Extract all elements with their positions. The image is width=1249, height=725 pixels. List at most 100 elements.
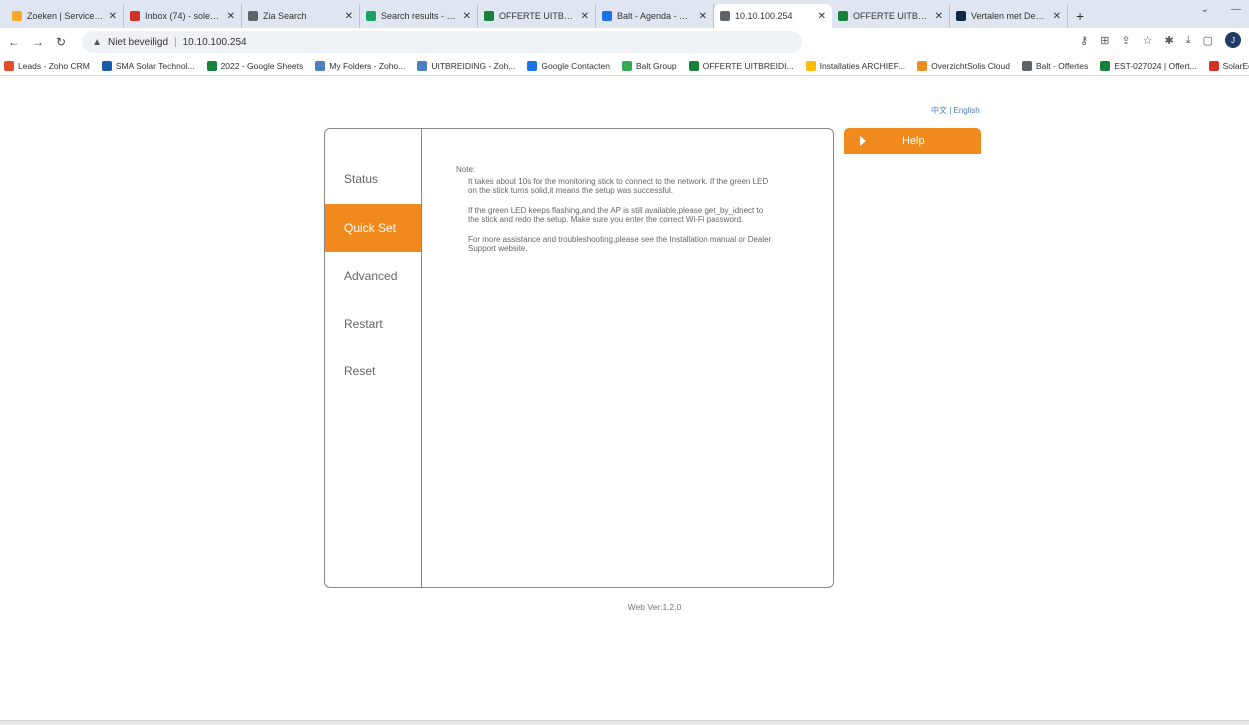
nav-item-label: Status <box>344 172 379 186</box>
note-content: Note: It takes about 10s for the monitor… <box>456 165 776 264</box>
nav-item-advanced[interactable]: Advanced <box>325 252 421 300</box>
close-icon[interactable]: ✕ <box>699 11 707 22</box>
close-icon[interactable]: ✕ <box>345 11 353 22</box>
bookmark-favicon-icon <box>101 60 112 71</box>
sidepanel-icon[interactable]: ▢ <box>1203 34 1213 47</box>
bookmark-label: 2022 - Google Sheets <box>220 60 304 71</box>
bookmark-item[interactable]: EST-027024 | Offert... <box>1100 60 1197 71</box>
bookmark-label: Balt Group <box>635 60 677 71</box>
browser-tab-strip: Zoeken | Service Centr✕Inbox (74) - sole… <box>0 0 1249 28</box>
bookmark-favicon-icon <box>4 60 14 71</box>
nav-item-quick-set[interactable]: Quick Set <box>325 204 421 252</box>
share-icon[interactable]: ⇪ <box>1121 34 1130 47</box>
close-icon[interactable]: ✕ <box>1053 11 1061 22</box>
web-version: Web Ver:1.2.0 <box>627 602 682 612</box>
bookmark-favicon-icon <box>315 60 326 71</box>
bookmark-item[interactable]: Balt - Offertes <box>1021 60 1088 71</box>
help-toggle[interactable]: Help <box>844 128 981 154</box>
tab-favicon-icon <box>838 11 848 21</box>
bookmark-label: Installaties ARCHIEF... <box>819 60 906 71</box>
minimize-icon[interactable]: — <box>1231 4 1241 15</box>
tab-favicon-icon <box>720 11 730 21</box>
bookmark-item[interactable]: My Folders - Zoho... <box>315 60 406 71</box>
nav-item-reset[interactable]: Reset <box>325 347 421 395</box>
bookmark-item[interactable]: OverzichtSolis Cloud <box>917 60 1010 71</box>
bookmark-item[interactable]: Balt Group <box>621 60 677 71</box>
tab-title: Balt - Agenda - Week <box>617 11 694 21</box>
new-tab-button[interactable]: + <box>1068 4 1092 28</box>
download-icon[interactable]: ⤓ <box>1186 34 1191 47</box>
chevron-down-icon[interactable]: ⌄ <box>1201 4 1209 15</box>
nav-item-label: Advanced <box>344 269 398 283</box>
tab-title: OFFERTE UITBREIDING <box>853 11 930 21</box>
url-text: 10.10.100.254 <box>182 36 247 48</box>
tab-favicon-icon <box>484 11 494 21</box>
bottom-edge <box>0 720 1249 725</box>
reload-icon[interactable]: ↻ <box>56 35 66 49</box>
browser-tab[interactable]: Zoeken | Service Centr ✕ <box>6 4 124 28</box>
close-icon[interactable]: ✕ <box>818 11 826 22</box>
tab-favicon-icon <box>956 11 966 21</box>
nav-item-status[interactable]: Status <box>325 155 421 203</box>
bookmark-item[interactable]: 2022 - Google Sheets <box>206 60 304 71</box>
tab-title: OFFERTE UITBREIDING <box>499 11 576 21</box>
bookmark-favicon-icon <box>1100 60 1111 71</box>
tab-list: Zoeken | Service Centr✕Inbox (74) - sole… <box>6 0 1068 28</box>
bookmark-item[interactable]: Leads - Zoho CRM <box>4 60 90 71</box>
bookmark-favicon-icon <box>417 60 428 71</box>
bookmark-label: Leads - Zoho CRM <box>18 60 90 71</box>
tab-title: Vertalen met DeepL Tr <box>971 11 1048 21</box>
bookmark-item[interactable]: SMA Solar Technol... <box>101 60 195 71</box>
bookmark-item[interactable]: UITBREIDING - Zoh... <box>417 60 516 71</box>
bookmarks-bar: Leads - Zoho CRM SMA Solar Technol... 2022… <box>0 56 1249 76</box>
back-icon[interactable]: ← <box>8 35 20 49</box>
bookmark-favicon-icon <box>1021 60 1032 71</box>
tab-favicon-icon <box>130 11 140 21</box>
bookmark-item[interactable]: Google Contacten <box>527 60 610 71</box>
tab-title: Zia Search <box>263 11 307 21</box>
nav-item-label: Restart <box>344 317 383 331</box>
star-icon[interactable]: ☆ <box>1143 34 1153 47</box>
translate-icon[interactable]: ⊞ <box>1100 34 1109 47</box>
tab-title: Zoeken | Service Centr <box>27 11 104 21</box>
address-bar[interactable]: ▲ Niet beveiligd | 10.10.100.254 <box>82 31 803 53</box>
close-icon[interactable]: ✕ <box>109 11 117 22</box>
bookmark-favicon-icon <box>527 60 538 71</box>
bookmark-item[interactable]: Installaties ARCHIEF... <box>805 60 906 71</box>
key-icon[interactable]: ⚷ <box>1080 34 1088 47</box>
language-switcher[interactable]: 中文 | English <box>931 105 980 116</box>
bookmark-item[interactable]: OFFERTE UITBREIDI... <box>688 60 794 71</box>
bookmark-label: My Folders - Zoho... <box>329 60 406 71</box>
browser-tab[interactable]: 10.10.100.254 ✕ <box>714 4 832 28</box>
browser-tab[interactable]: Vertalen met DeepL Tr ✕ <box>950 4 1068 28</box>
nav-item-label: Quick Set <box>344 221 397 235</box>
nav-item-restart[interactable]: Restart <box>325 300 421 348</box>
close-icon[interactable]: ✕ <box>227 11 235 22</box>
bookmark-label: OverzichtSolis Cloud <box>931 60 1010 71</box>
tab-favicon-icon <box>602 11 612 21</box>
bookmark-label: SMA Solar Technol... <box>115 60 195 71</box>
browser-tab[interactable]: Search results - Googl ✕ <box>360 4 478 28</box>
browser-tab[interactable]: Balt - Agenda - Week ✕ <box>596 4 714 28</box>
tab-title: Inbox (74) - sole@bal <box>145 11 222 21</box>
profile-avatar[interactable]: J <box>1225 32 1241 48</box>
security-label: Niet beveiligd <box>107 36 169 48</box>
extensions-icon[interactable]: ✱ <box>1165 34 1174 47</box>
bookmark-favicon-icon <box>1208 60 1219 71</box>
browser-tab[interactable]: OFFERTE UITBREIDING ✕ <box>832 4 950 28</box>
browser-tab[interactable]: OFFERTE UITBREIDING ✕ <box>478 4 596 28</box>
bookmark-label: UITBREIDING - Zoh... <box>431 60 516 71</box>
forward-icon[interactable]: → <box>32 35 44 49</box>
bookmark-favicon-icon <box>688 60 699 71</box>
bookmark-item[interactable]: SolarEdge monito <box>1208 60 1249 71</box>
close-icon[interactable]: ✕ <box>463 11 471 22</box>
close-icon[interactable]: ✕ <box>581 11 589 22</box>
bookmark-label: Google Contacten <box>541 60 610 71</box>
help-label: Help <box>902 135 925 147</box>
side-navigation: Status Quick Set Advanced Restart Reset <box>325 129 422 587</box>
play-arrow-icon <box>860 136 866 146</box>
browser-tab[interactable]: Inbox (74) - sole@bal ✕ <box>124 4 242 28</box>
tab-title: 10.10.100.254 <box>735 11 793 21</box>
close-icon[interactable]: ✕ <box>935 11 943 22</box>
browser-tab[interactable]: Zia Search ✕ <box>242 4 360 28</box>
